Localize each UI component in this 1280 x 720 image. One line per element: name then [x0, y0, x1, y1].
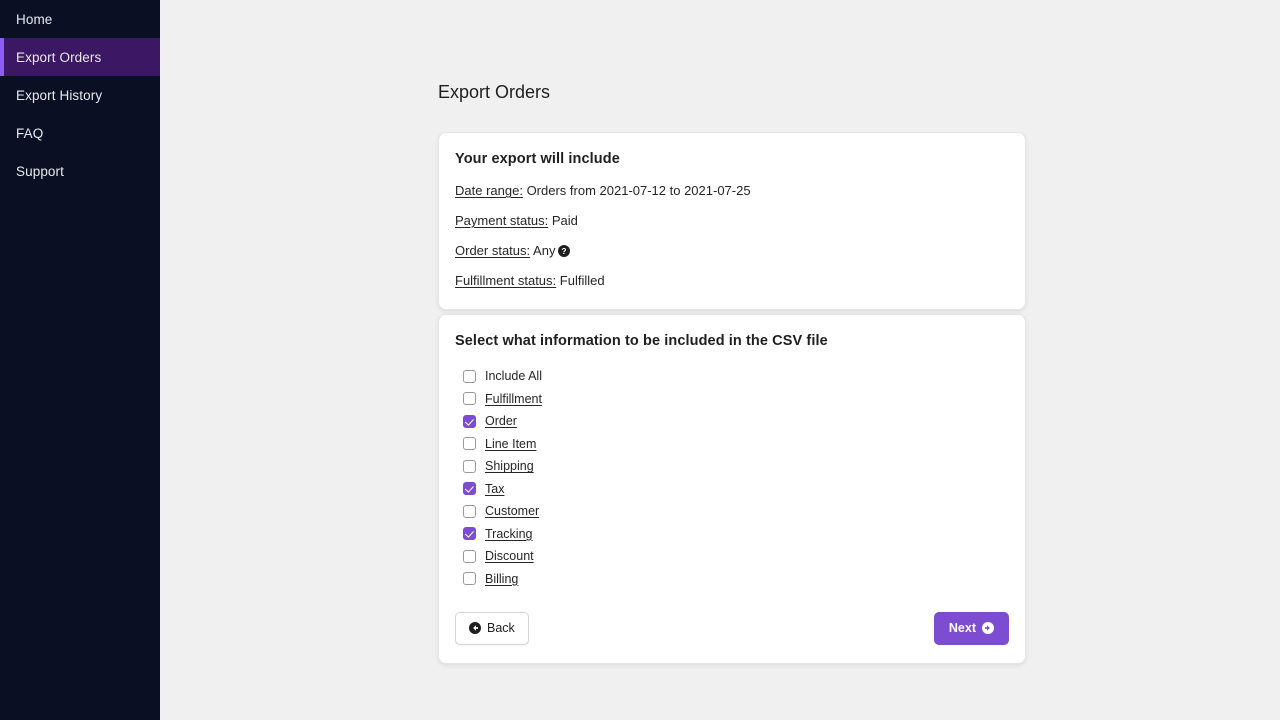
- checkbox-checked-icon[interactable]: [463, 482, 476, 495]
- summary-row: Date range: Orders from 2021-07-12 to 20…: [455, 183, 1009, 199]
- checkbox-label[interactable]: Tracking: [485, 527, 532, 541]
- summary-rows: Date range: Orders from 2021-07-12 to 20…: [455, 183, 1009, 289]
- summary-row-label: Fulfillment status:: [455, 273, 556, 288]
- summary-row-value: Orders from 2021-07-12 to 2021-07-25: [527, 183, 751, 198]
- checkbox-unchecked-icon[interactable]: [463, 370, 476, 383]
- checkbox-label[interactable]: Billing: [485, 572, 518, 586]
- main-content: Export Orders Your export will include D…: [160, 0, 1280, 720]
- card-actions: Back Next: [455, 612, 1009, 645]
- checkbox-label[interactable]: Include All: [485, 369, 542, 383]
- checkbox-label[interactable]: Fulfillment: [485, 392, 542, 406]
- help-icon[interactable]: ?: [558, 245, 570, 257]
- checkbox-unchecked-icon[interactable]: [463, 437, 476, 450]
- arrow-circle-right-icon: [982, 622, 994, 634]
- back-button[interactable]: Back: [455, 612, 529, 645]
- checkbox-order[interactable]: Order: [463, 410, 1009, 433]
- checkbox-fulfillment[interactable]: Fulfillment: [463, 388, 1009, 411]
- checkbox-customer[interactable]: Customer: [463, 500, 1009, 523]
- sidebar-item-label: Export Orders: [16, 50, 101, 65]
- sidebar: Home Export Orders Export History FAQ Suppor…: [0, 0, 160, 720]
- checkbox-label[interactable]: Customer: [485, 504, 539, 518]
- checkbox-include-all[interactable]: Include All: [463, 365, 1009, 388]
- summary-row-label: Order status:: [455, 243, 530, 258]
- summary-row-value: Any: [533, 243, 555, 258]
- page-title: Export Orders: [438, 82, 550, 103]
- checkbox-label[interactable]: Shipping: [485, 459, 534, 473]
- summary-row: Fulfillment status: Fulfilled: [455, 273, 1009, 289]
- summary-heading: Your export will include: [455, 151, 1009, 167]
- sidebar-item-faq[interactable]: FAQ: [0, 114, 160, 152]
- sidebar-item-label: Home: [16, 12, 52, 27]
- sidebar-item-label: Export History: [16, 88, 102, 103]
- checkbox-label[interactable]: Discount: [485, 549, 534, 563]
- csv-field-checkbox-list: Include All Fulfillment Order Line Item Ship…: [463, 365, 1009, 590]
- sidebar-item-export-orders[interactable]: Export Orders: [0, 38, 160, 76]
- checkbox-tracking[interactable]: Tracking: [463, 523, 1009, 546]
- sidebar-item-export-history[interactable]: Export History: [0, 76, 160, 114]
- summary-row: Order status: Any?: [455, 243, 1009, 259]
- summary-row-value: Fulfilled: [560, 273, 605, 288]
- select-heading: Select what information to be included i…: [455, 333, 1009, 349]
- checkbox-unchecked-icon[interactable]: [463, 505, 476, 518]
- checkbox-line-item[interactable]: Line Item: [463, 433, 1009, 456]
- checkbox-tax[interactable]: Tax: [463, 478, 1009, 501]
- svg-text:?: ?: [562, 247, 567, 256]
- checkbox-unchecked-icon[interactable]: [463, 392, 476, 405]
- checkbox-label[interactable]: Order: [485, 414, 517, 428]
- summary-row-label: Payment status:: [455, 213, 548, 228]
- checkbox-unchecked-icon[interactable]: [463, 550, 476, 563]
- checkbox-unchecked-icon[interactable]: [463, 572, 476, 585]
- sidebar-item-support[interactable]: Support: [0, 152, 160, 190]
- checkbox-checked-icon[interactable]: [463, 527, 476, 540]
- csv-fields-card: Select what information to be included i…: [438, 314, 1026, 664]
- sidebar-item-label: FAQ: [16, 126, 43, 141]
- export-summary-card: Your export will include Date range: Ord…: [438, 132, 1026, 310]
- checkbox-billing[interactable]: Billing: [463, 568, 1009, 591]
- checkbox-checked-icon[interactable]: [463, 415, 476, 428]
- arrow-circle-left-icon: [469, 622, 481, 634]
- checkbox-shipping[interactable]: Shipping: [463, 455, 1009, 478]
- checkbox-discount[interactable]: Discount: [463, 545, 1009, 568]
- next-button[interactable]: Next: [934, 612, 1009, 645]
- checkbox-label[interactable]: Line Item: [485, 437, 536, 451]
- next-button-label: Next: [949, 622, 976, 635]
- checkbox-label[interactable]: Tax: [485, 482, 504, 496]
- sidebar-item-label: Support: [16, 164, 64, 179]
- summary-row-value: Paid: [552, 213, 578, 228]
- back-button-label: Back: [487, 622, 515, 635]
- app-root: Home Export Orders Export History FAQ Suppor…: [0, 0, 1280, 720]
- summary-row-label: Date range:: [455, 183, 523, 198]
- summary-row: Payment status: Paid: [455, 213, 1009, 229]
- sidebar-item-home[interactable]: Home: [0, 0, 160, 38]
- checkbox-unchecked-icon[interactable]: [463, 460, 476, 473]
